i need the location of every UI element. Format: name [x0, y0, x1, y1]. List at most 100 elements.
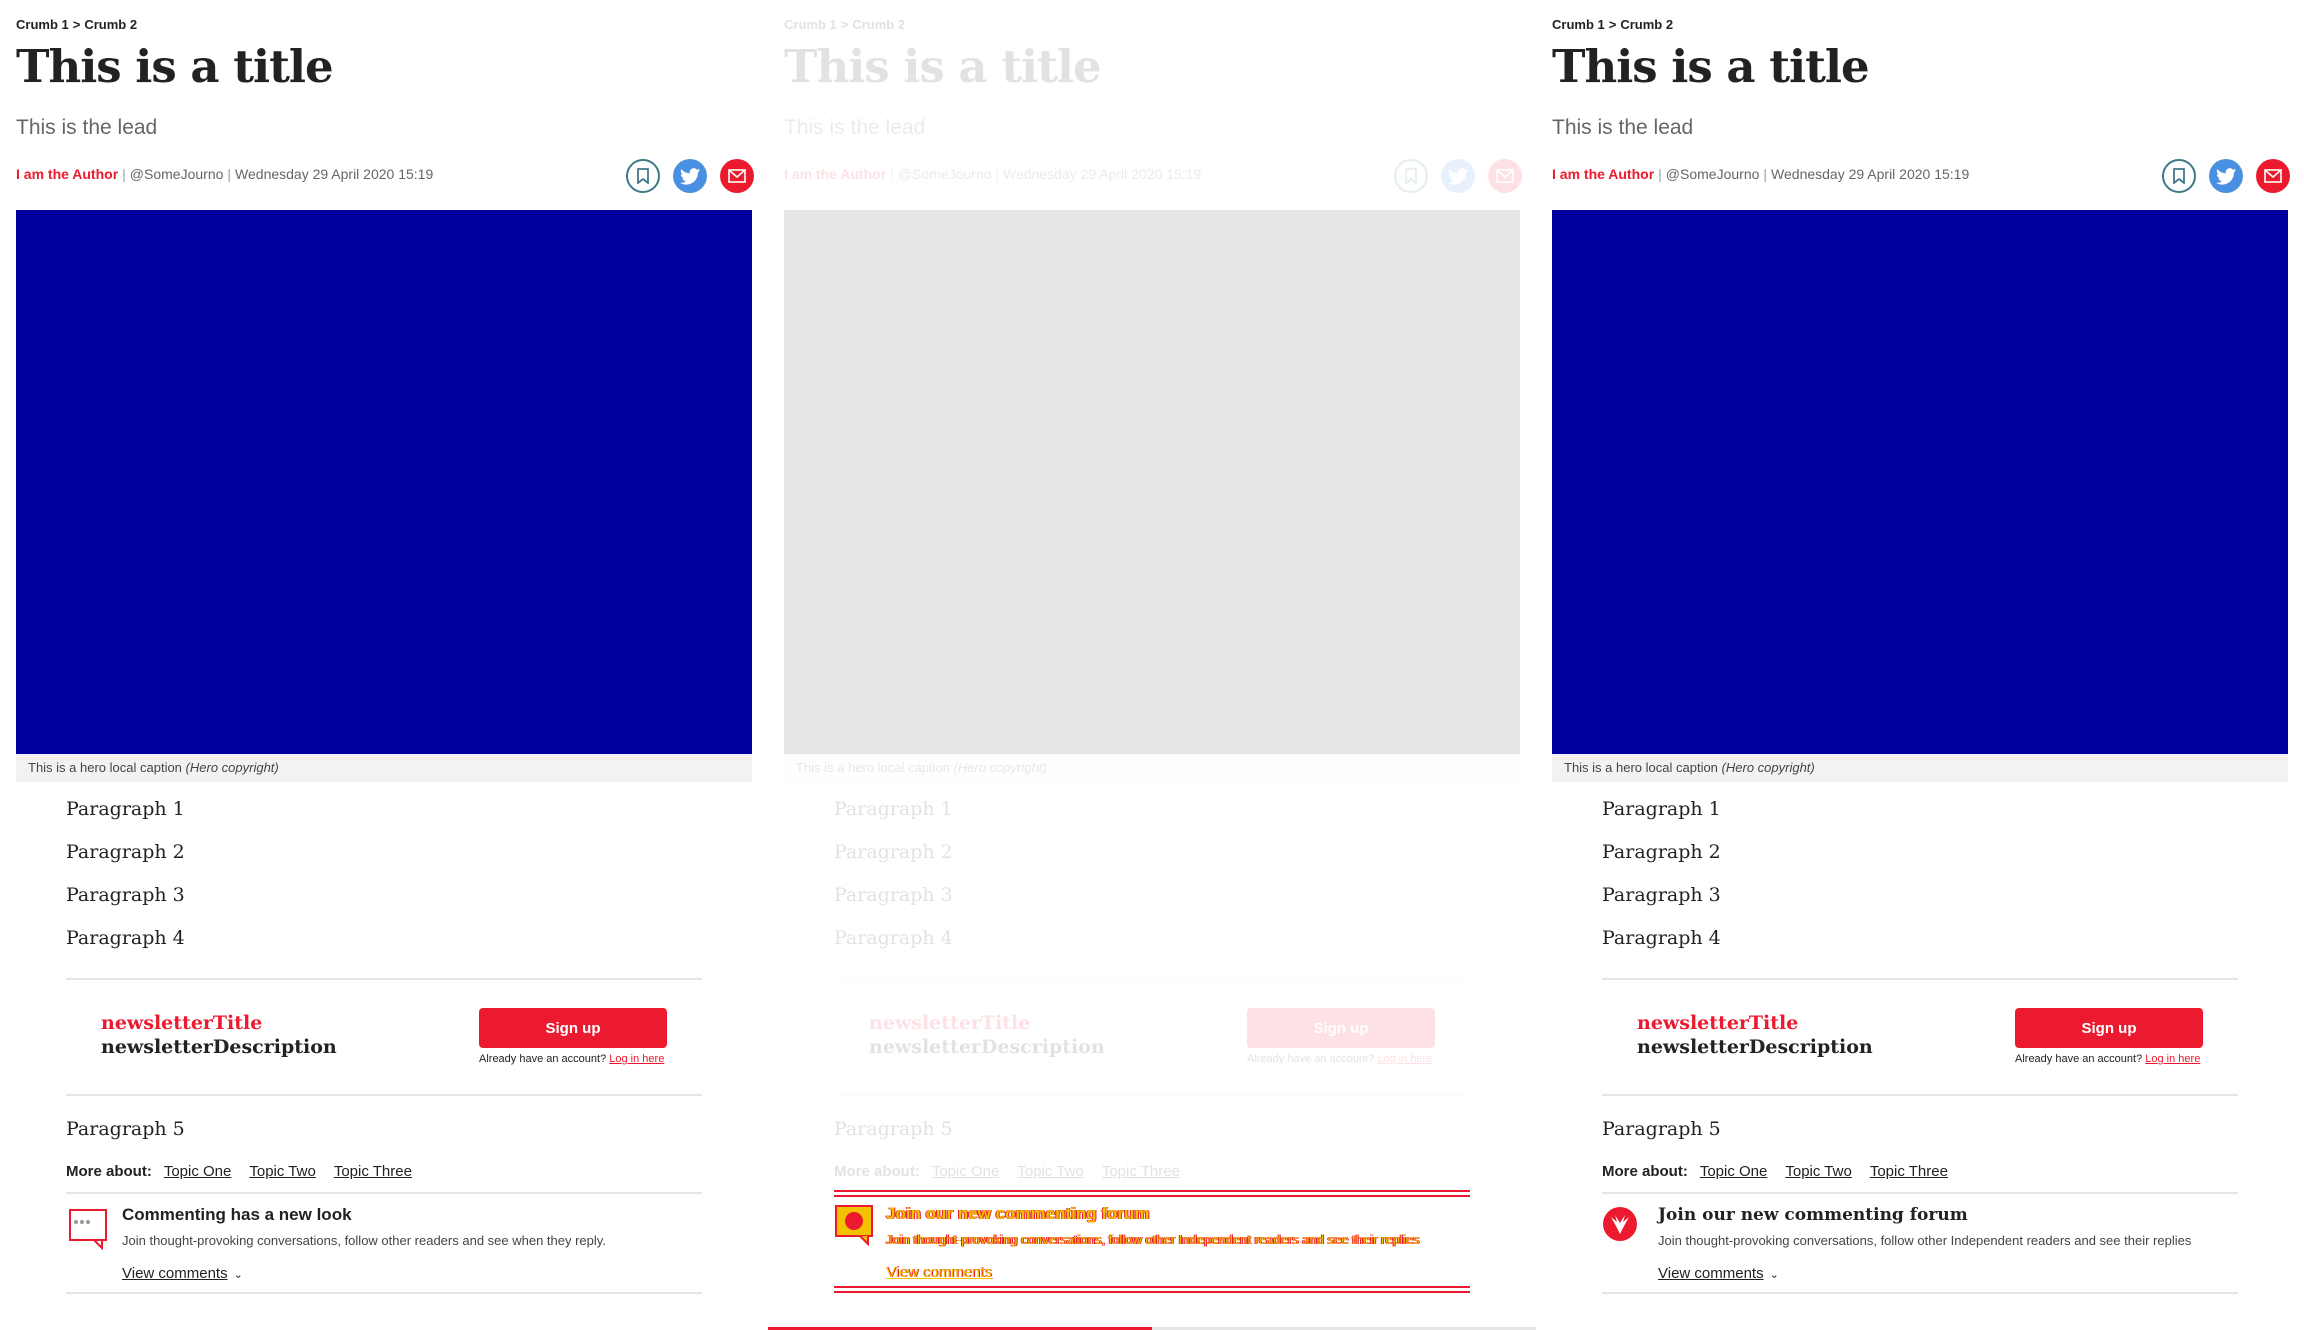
topic-link[interactable]: Topic Two — [1017, 1163, 1083, 1180]
breadcrumb-separator: > — [72, 17, 81, 32]
breadcrumb-crumb-2[interactable]: Crumb 2 — [1620, 17, 1673, 32]
hero-copyright: (Hero copyright) — [1721, 760, 1815, 775]
paragraph: Paragraph 2 — [834, 841, 953, 863]
chevron-down-icon: ⌄ — [233, 1269, 243, 1281]
email-share-button[interactable] — [1488, 159, 1522, 193]
topic-link[interactable]: Topic Three — [1870, 1163, 1948, 1180]
breadcrumb-crumb-2[interactable]: Crumb 2 — [84, 17, 137, 32]
independent-eagle-logo-icon — [1603, 1207, 1637, 1241]
topic-link[interactable]: Topic One — [164, 1163, 232, 1180]
breadcrumb-crumb-1[interactable]: Crumb 1 — [784, 17, 837, 32]
view-comments-button[interactable]: View comments ⌄ — [122, 1265, 243, 1282]
author-link[interactable]: I am the Author — [1552, 166, 1654, 182]
divider — [1602, 1292, 2238, 1294]
bookmark-button[interactable] — [1394, 159, 1428, 193]
comments-heading: Join our new commenting forum — [886, 1204, 1150, 1223]
hero-copyright: (Hero copyright) — [953, 760, 1047, 775]
author-handle[interactable]: @SomeJourno — [130, 166, 224, 182]
byline-separator: | — [1658, 166, 1662, 182]
diff-line — [834, 1291, 1470, 1293]
bookmark-button[interactable] — [626, 159, 660, 193]
divider — [66, 1292, 702, 1294]
topic-link[interactable]: Topic One — [1700, 1163, 1768, 1180]
twitter-icon — [1448, 167, 1468, 185]
article-title: This is a title — [1552, 40, 1870, 93]
author-handle[interactable]: @SomeJourno — [1666, 166, 1760, 182]
paragraph: Paragraph 2 — [1602, 841, 1721, 863]
twitter-share-button[interactable] — [2209, 159, 2243, 193]
hero-caption-text: This is a hero local caption — [28, 760, 182, 775]
newsletter-signup-button[interactable]: Sign up — [479, 1008, 667, 1048]
breadcrumb-crumb-1[interactable]: Crumb 1 — [1552, 17, 1605, 32]
twitter-share-button[interactable] — [1441, 159, 1475, 193]
topic-link[interactable]: Topic Two — [249, 1163, 315, 1180]
article-panel-left: Crumb 1 > Crumb 2 This is a title This is … — [0, 0, 768, 1330]
byline: I am the Author | @SomeJourno | Wednesday 29… — [16, 166, 433, 182]
byline-separator: | — [890, 166, 894, 182]
byline-separator: | — [1763, 166, 1768, 182]
topic-link[interactable]: Topic Two — [1785, 1163, 1851, 1180]
paragraph: Paragraph 4 — [834, 927, 953, 949]
bookmark-icon — [637, 168, 649, 184]
newsletter-signup-button[interactable]: Sign up — [1247, 1008, 1435, 1048]
breadcrumb: Crumb 1 > Crumb 2 — [784, 17, 905, 32]
divider — [834, 1094, 1470, 1096]
email-share-button[interactable] — [720, 159, 754, 193]
divider — [66, 978, 702, 980]
diff-line — [834, 1190, 1470, 1192]
share-bar — [1394, 159, 1522, 193]
twitter-icon — [680, 167, 700, 185]
divider — [1602, 978, 2238, 980]
author-link[interactable]: I am the Author — [784, 166, 886, 182]
paragraph: Paragraph 3 — [834, 884, 953, 906]
newsletter-signup-button[interactable]: Sign up — [2015, 1008, 2203, 1048]
topic-link[interactable]: Topic Three — [334, 1163, 412, 1180]
more-about: More about: Topic One Topic Two Topic Three — [1602, 1163, 1966, 1180]
newsletter-login-prompt: Already have an account? Log in here — [479, 1053, 664, 1065]
newsletter-description: newsletterDescription — [869, 1036, 1105, 1058]
hero-image — [1552, 210, 2288, 754]
paragraph: Paragraph 3 — [66, 884, 185, 906]
paragraph: Paragraph 4 — [1602, 927, 1721, 949]
twitter-share-button[interactable] — [673, 159, 707, 193]
email-share-button[interactable] — [2256, 159, 2290, 193]
byline: I am the Author | @SomeJourno | Wednesday 29… — [1552, 166, 1969, 182]
author-handle[interactable]: @SomeJourno — [898, 166, 992, 182]
more-about-label: More about: — [834, 1163, 920, 1180]
breadcrumb: Crumb 1 > Crumb 2 — [1552, 17, 1673, 32]
divider — [66, 1094, 702, 1096]
share-bar — [626, 159, 754, 193]
login-link[interactable]: Log in here — [2145, 1053, 2200, 1065]
paragraph: Paragraph 4 — [66, 927, 185, 949]
topic-link[interactable]: Topic One — [932, 1163, 1000, 1180]
hero-caption-text: This is a hero local caption — [796, 760, 950, 775]
author-link[interactable]: I am the Author — [16, 166, 118, 182]
publish-date: Wednesday 29 April 2020 15:19 — [1003, 166, 1202, 182]
paragraph: Paragraph 3 — [1602, 884, 1721, 906]
topic-link[interactable]: Topic Three — [1102, 1163, 1180, 1180]
article-lead: This is the lead — [16, 116, 158, 139]
breadcrumb-crumb-2[interactable]: Crumb 2 — [852, 17, 905, 32]
newsletter-description: newsletterDescription — [101, 1036, 337, 1058]
view-comments-button[interactable]: View comments — [886, 1264, 992, 1281]
comments-block-diff: Join our new commenting forum Join thoug… — [834, 1190, 1470, 1294]
paragraph: Paragraph 1 — [1602, 798, 1721, 820]
login-link[interactable]: Log in here — [609, 1053, 664, 1065]
article-lead: This is the lead — [784, 116, 926, 139]
email-icon — [2264, 169, 2282, 183]
bookmark-icon — [2173, 168, 2185, 184]
paragraph: Paragraph 1 — [66, 798, 185, 820]
view-comments-button[interactable]: View comments ⌄ — [1658, 1265, 1779, 1282]
twitter-icon — [2216, 167, 2236, 185]
diff-line — [834, 1286, 1470, 1288]
comments-description: Join thought-provoking conversations, fo… — [886, 1232, 1420, 1247]
already-have-account-text: Already have an account? — [479, 1053, 607, 1065]
publish-date: Wednesday 29 April 2020 15:19 — [235, 166, 434, 182]
hero-caption: This is a hero local caption (Hero copyr… — [784, 754, 1520, 782]
breadcrumb-crumb-1[interactable]: Crumb 1 — [16, 17, 69, 32]
bookmark-button[interactable] — [2162, 159, 2196, 193]
view-comments-label: View comments — [122, 1265, 228, 1282]
publish-date: Wednesday 29 April 2020 15:19 — [1771, 166, 1970, 182]
bookmark-icon — [1405, 168, 1417, 184]
login-link[interactable]: Log in here — [1377, 1053, 1432, 1065]
